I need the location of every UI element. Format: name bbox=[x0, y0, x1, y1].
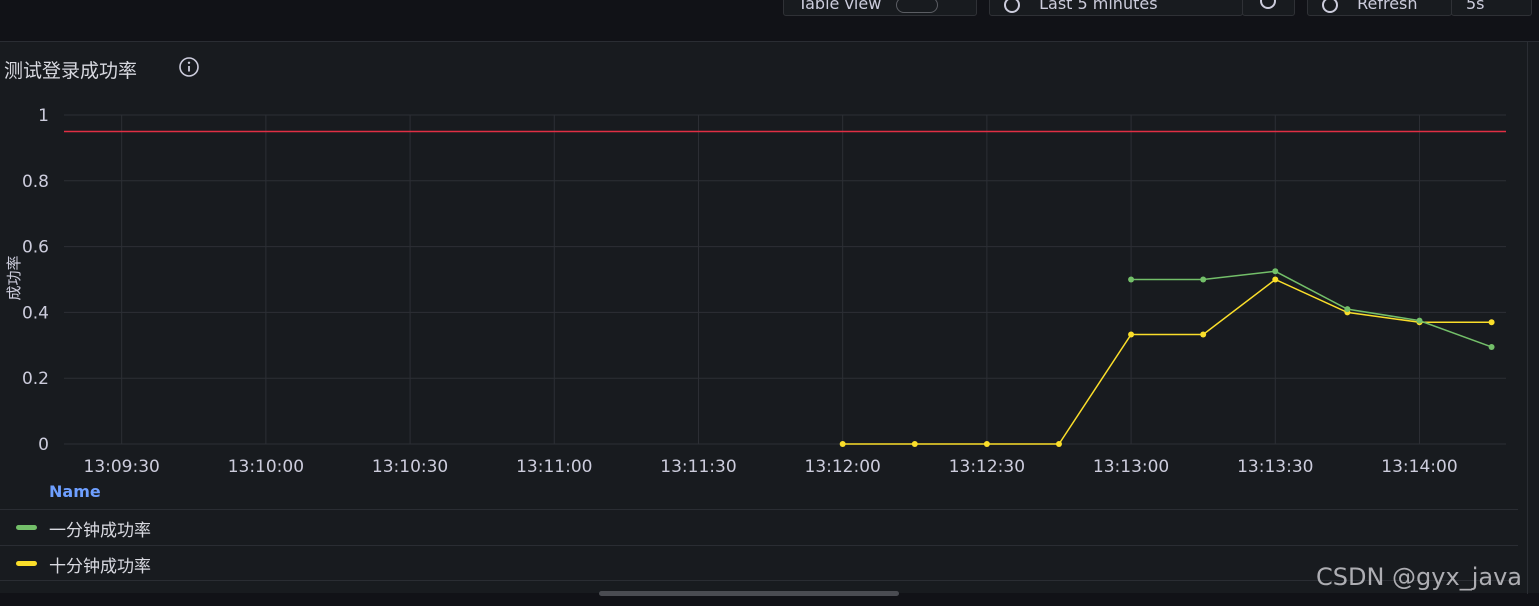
data-point bbox=[1128, 331, 1135, 338]
data-point bbox=[911, 441, 918, 447]
data-point bbox=[1200, 331, 1207, 338]
data-point bbox=[1055, 441, 1062, 447]
x-tick-label: 13:13:30 bbox=[1237, 457, 1313, 477]
x-tick-label: 13:11:30 bbox=[660, 457, 736, 477]
series-layer bbox=[839, 268, 1495, 447]
y-tick-label: 1 bbox=[38, 106, 49, 126]
vertical-scrollbar[interactable] bbox=[1527, 42, 1539, 594]
refresh-label: Refresh bbox=[1357, 0, 1418, 13]
panel-title: 测试登录成功率 bbox=[4, 60, 138, 82]
time-range-picker[interactable]: Last 5 minutes bbox=[989, 0, 1243, 16]
x-tick-label: 13:11:00 bbox=[516, 457, 592, 477]
zoom-out-icon bbox=[1260, 0, 1276, 9]
legend-item[interactable]: 十分钟成功率 bbox=[0, 545, 1518, 580]
refresh-interval-label: 5s bbox=[1466, 0, 1485, 13]
table-view-label: Table view bbox=[798, 0, 882, 13]
x-tick-label: 13:12:00 bbox=[805, 457, 881, 477]
series-group bbox=[1128, 268, 1495, 350]
zoom-out-button[interactable] bbox=[1242, 0, 1295, 16]
x-tick-label: 13:09:30 bbox=[84, 457, 160, 477]
legend-divider bbox=[0, 580, 1518, 581]
series-line bbox=[842, 278, 1492, 445]
refresh-interval-picker[interactable]: 5s bbox=[1451, 0, 1532, 16]
legend-swatch bbox=[16, 561, 37, 566]
series-line bbox=[1131, 270, 1492, 348]
table-view-toggle[interactable]: Table view bbox=[783, 0, 977, 16]
legend-item-label: 一分钟成功率 bbox=[49, 521, 151, 541]
y-tick-label: 0 bbox=[38, 435, 49, 455]
y-tick-label: 0.4 bbox=[22, 303, 49, 323]
chart-panel: 测试登录成功率 0 0.2 0.4 0.6 0.8 1 13:09:30 13:10:00 1… bbox=[0, 41, 1539, 594]
data-point bbox=[1128, 276, 1135, 283]
data-point bbox=[983, 441, 990, 447]
time-range-label: Last 5 minutes bbox=[1039, 0, 1158, 13]
watermark: CSDN @gyx_java bbox=[1316, 563, 1522, 591]
legend-item-label: 十分钟成功率 bbox=[49, 557, 151, 577]
dashboard-toolbar: Table view Last 5 minutes Refresh 5s bbox=[0, 0, 1539, 41]
legend-swatch bbox=[16, 525, 37, 530]
x-tick-label: 13:14:00 bbox=[1381, 457, 1457, 477]
legend-header[interactable]: Name bbox=[49, 482, 101, 501]
refresh-button[interactable]: Refresh bbox=[1307, 0, 1452, 16]
clock-icon bbox=[1004, 0, 1020, 13]
x-tick-label: 13:10:00 bbox=[228, 457, 304, 477]
x-tick-label: 13:13:00 bbox=[1093, 457, 1169, 477]
x-tick-labels: 13:09:30 13:10:00 13:10:30 13:11:00 13:11:30… bbox=[84, 457, 1458, 477]
y-tick-label: 0.6 bbox=[22, 238, 49, 258]
legend-item[interactable]: 一分钟成功率 bbox=[0, 509, 1518, 544]
data-point bbox=[1200, 276, 1207, 283]
y-tick-label: 0.2 bbox=[22, 369, 49, 389]
horizontal-scrollbar[interactable] bbox=[599, 591, 899, 596]
data-point bbox=[1488, 319, 1495, 326]
x-tick-label: 13:10:30 bbox=[372, 457, 448, 477]
data-point bbox=[1272, 276, 1279, 283]
refresh-icon bbox=[1322, 0, 1338, 13]
info-icon[interactable] bbox=[178, 56, 200, 78]
series-group bbox=[839, 276, 1495, 447]
data-point bbox=[1272, 268, 1279, 275]
data-point bbox=[1344, 306, 1351, 313]
y-tick-label: 0.8 bbox=[22, 172, 49, 192]
data-point bbox=[1416, 317, 1423, 324]
y-tick-labels: 0 0.2 0.4 0.6 0.8 1 bbox=[22, 106, 49, 455]
toggle-switch-icon bbox=[896, 0, 939, 13]
y-axis-label: 成功率 bbox=[5, 255, 23, 300]
data-point bbox=[1488, 343, 1495, 350]
line-chart[interactable]: 00.20.40.60.81 13:09:30 13:10:00 13:10:30 1… bbox=[0, 92, 1520, 482]
data-point bbox=[839, 441, 846, 447]
x-tick-label: 13:12:30 bbox=[949, 457, 1025, 477]
